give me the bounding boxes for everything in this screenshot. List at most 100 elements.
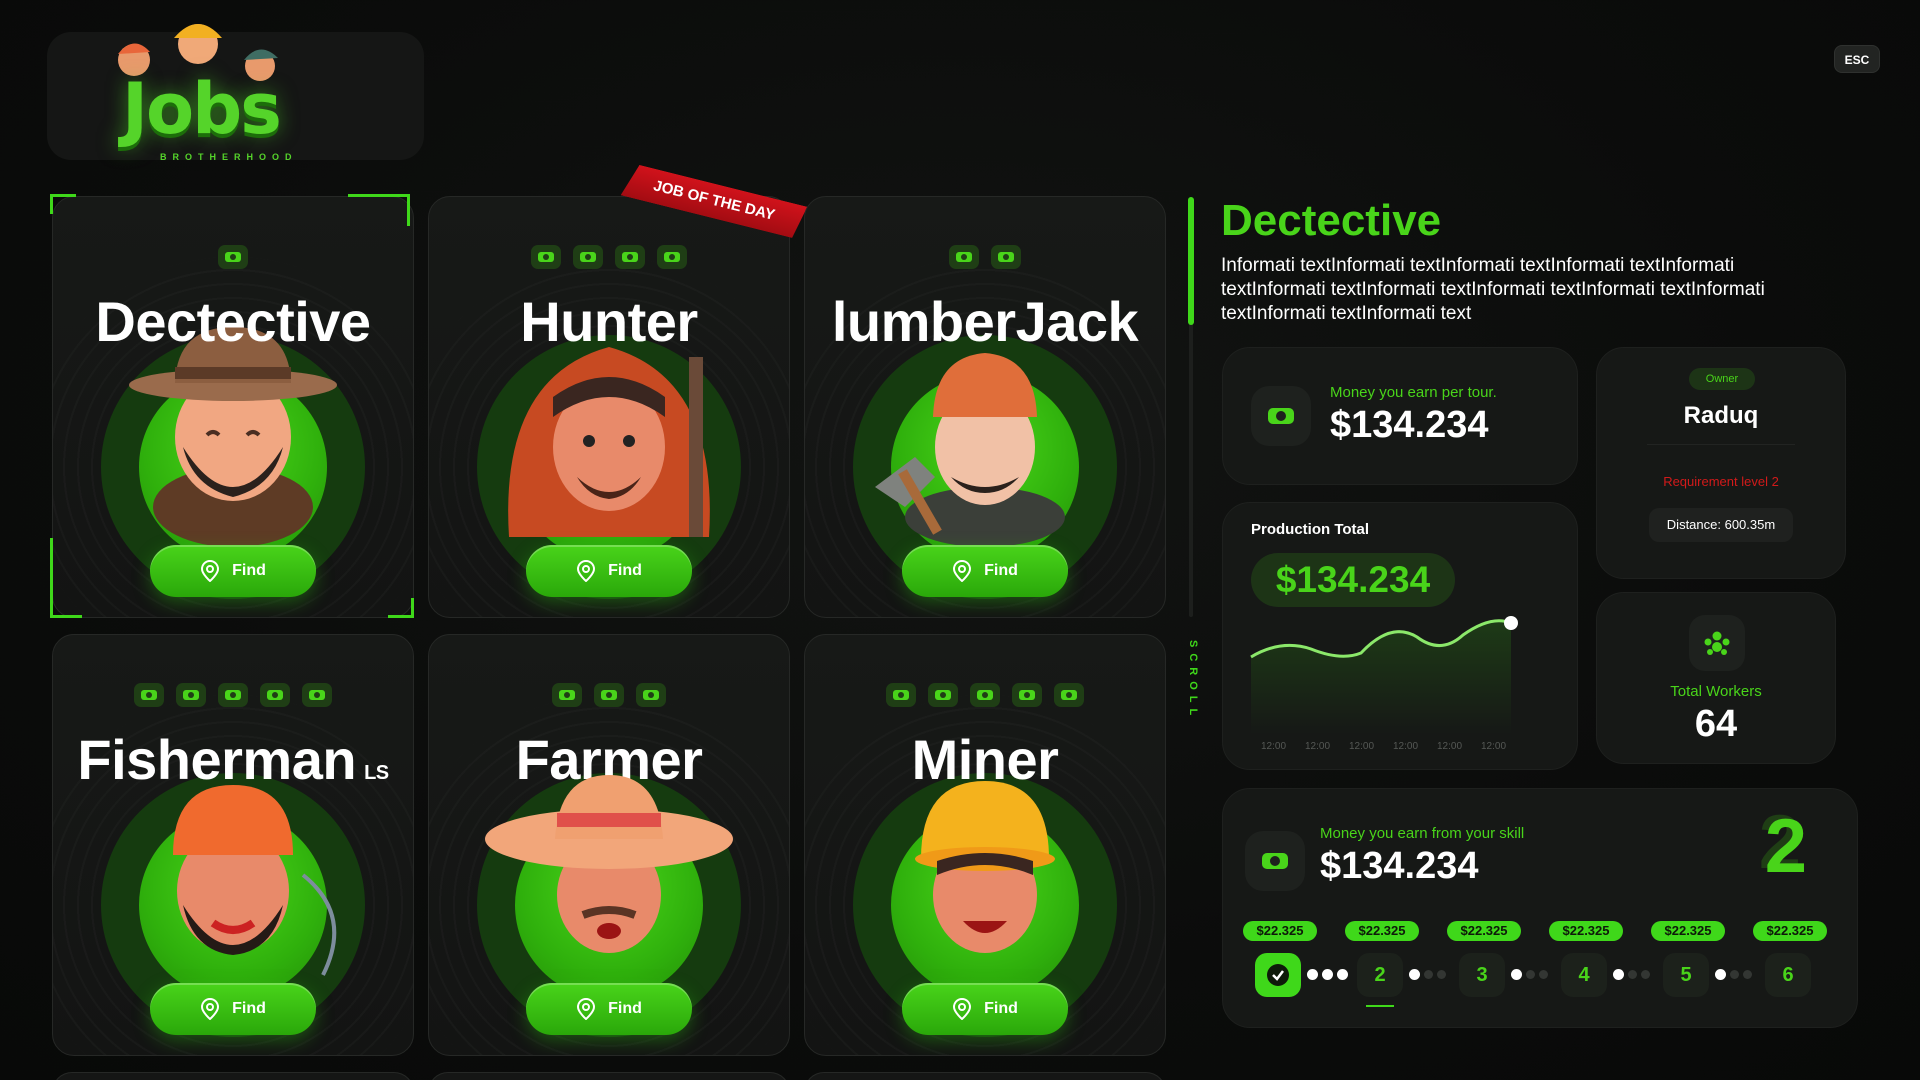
detail-title: Dectective xyxy=(1221,196,1442,245)
logo-subtitle: BROTHERHOOD xyxy=(160,152,298,162)
x-tick-label: 12:00 xyxy=(1261,741,1286,752)
money-icon xyxy=(615,245,645,269)
current-level-indicator xyxy=(1366,1005,1394,1007)
selection-corner xyxy=(348,194,410,226)
location-pin-icon xyxy=(201,998,220,1020)
find-button[interactable]: Find xyxy=(526,545,692,597)
location-pin-icon xyxy=(577,998,596,1020)
job-card-miner[interactable]: Miner Find xyxy=(804,634,1166,1056)
production-label: Production Total xyxy=(1251,521,1370,538)
selection-corner xyxy=(50,194,76,214)
location-pin-icon xyxy=(201,560,220,582)
find-button[interactable]: Find xyxy=(150,545,316,597)
skill-label: Money you earn from your skill xyxy=(1320,825,1525,842)
production-chart: 12:00 12:00 12:00 12:00 12:00 12:00 xyxy=(1250,616,1518,752)
money-icon xyxy=(594,683,624,707)
money-icon xyxy=(886,683,916,707)
level-step-6[interactable]: 6 xyxy=(1765,953,1811,997)
skill-value: $134.234 xyxy=(1320,845,1479,887)
selection-corner xyxy=(388,598,414,618)
job-card-peek xyxy=(52,1072,414,1080)
location-pin-icon xyxy=(577,560,596,582)
level-step-1[interactable] xyxy=(1255,953,1301,997)
skill-panel: Money you earn from your skill $134.234 … xyxy=(1222,788,1858,1028)
level-progress-dots xyxy=(1307,969,1348,980)
level-progress-dots xyxy=(1613,969,1650,980)
money-icon xyxy=(1251,386,1311,446)
money-icon xyxy=(552,683,582,707)
find-button[interactable]: Find xyxy=(526,983,692,1035)
money-badges xyxy=(429,245,789,269)
location-pin-icon xyxy=(953,560,972,582)
location-pin-icon xyxy=(953,998,972,1020)
detail-description: Informati textInformati textInformati te… xyxy=(1221,255,1765,324)
job-card-lumberjack[interactable]: lumberJack Find xyxy=(804,196,1166,618)
owner-name: Raduq xyxy=(1683,402,1759,429)
find-button[interactable]: Find xyxy=(902,545,1068,597)
level-step-2[interactable]: 2 xyxy=(1357,953,1403,997)
owner-chip: Owner xyxy=(1689,368,1755,390)
find-button[interactable]: Find xyxy=(150,983,316,1035)
job-card-detective[interactable]: Dectective Find xyxy=(52,196,414,618)
money-icon xyxy=(260,683,290,707)
level-step-5[interactable]: 5 xyxy=(1663,953,1709,997)
money-icon xyxy=(991,245,1021,269)
level-step-4[interactable]: 4 xyxy=(1561,953,1607,997)
level-price: $22.325 xyxy=(1753,921,1827,941)
job-card-fisherman[interactable]: Fisherman LS Find xyxy=(52,634,414,1056)
miner-avatar xyxy=(915,781,1055,953)
job-card-hunter[interactable]: Hunter Find xyxy=(428,196,790,618)
production-panel: Production Total $134.234 12:00 12:00 12… xyxy=(1222,502,1578,770)
production-value: $134.234 xyxy=(1251,553,1455,607)
money-icon xyxy=(531,245,561,269)
current-level: 2 xyxy=(1764,804,1807,889)
money-icon xyxy=(1012,683,1042,707)
level-progress-dots xyxy=(1409,969,1446,980)
x-tick-label: 12:00 xyxy=(1305,741,1330,752)
x-tick-label: 12:00 xyxy=(1349,741,1374,752)
money-per-tour-panel: Money you earn per tour. $134.234 xyxy=(1222,347,1578,485)
level-progress-dots xyxy=(1715,969,1752,980)
money-per-tour-label: Money you earn per tour. xyxy=(1330,384,1497,401)
farmer-avatar xyxy=(485,775,733,953)
level-price: $22.325 xyxy=(1345,921,1419,941)
money-icon xyxy=(176,683,206,707)
level-progress-dots xyxy=(1511,969,1548,980)
money-badges xyxy=(53,245,413,269)
money-badges xyxy=(805,683,1165,707)
money-icon xyxy=(1245,831,1305,891)
find-button[interactable]: Find xyxy=(902,983,1068,1035)
job-card-peek xyxy=(428,1072,790,1080)
logo-wordmark: Jobs xyxy=(122,68,282,150)
divider xyxy=(1647,444,1795,445)
selection-corner xyxy=(50,538,82,618)
money-badges xyxy=(805,245,1165,269)
money-icon xyxy=(573,245,603,269)
workers-value: 64 xyxy=(1694,703,1738,745)
scrollbar-thumb[interactable] xyxy=(1188,197,1194,325)
money-icon xyxy=(657,245,687,269)
job-title: Dectective xyxy=(95,290,371,353)
jobs-screen: Jobs BROTHERHOOD ESC Dectective Find Hun… xyxy=(0,0,1920,1080)
money-icon xyxy=(928,683,958,707)
money-icon xyxy=(302,683,332,707)
workers-panel: Total Workers 64 xyxy=(1596,592,1836,764)
level-step-3[interactable]: 3 xyxy=(1459,953,1505,997)
requirement-text: Requirement level 2 xyxy=(1663,474,1779,489)
x-tick-label: 12:00 xyxy=(1393,741,1418,752)
job-card-farmer[interactable]: Farmer Find xyxy=(428,634,790,1056)
money-icon xyxy=(970,683,1000,707)
fisherman-avatar xyxy=(173,785,337,976)
money-icon xyxy=(1054,683,1084,707)
level-price: $22.325 xyxy=(1447,921,1521,941)
money-icon xyxy=(949,245,979,269)
distance-badge: Distance: 600.35m xyxy=(1649,508,1793,542)
esc-button[interactable]: ESC xyxy=(1834,45,1880,73)
workers-icon xyxy=(1689,615,1745,671)
money-per-tour-value: $134.234 xyxy=(1330,404,1489,446)
money-badges xyxy=(53,683,413,707)
lumberjack-avatar xyxy=(875,353,1065,547)
x-tick-label: 12:00 xyxy=(1437,741,1462,752)
owner-panel: Owner Raduq Requirement level 2 Distance… xyxy=(1596,347,1846,579)
level-price: $22.325 xyxy=(1651,921,1725,941)
